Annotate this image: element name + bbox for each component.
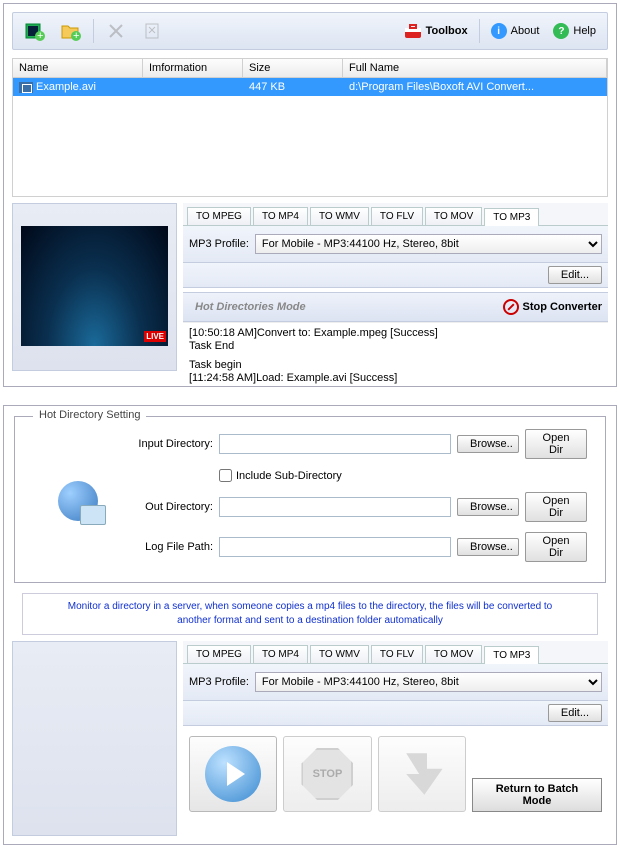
start-button[interactable] <box>189 736 277 812</box>
cell-full: d:\Program Files\Boxoft AVI Convert... <box>343 78 607 96</box>
stop-button[interactable]: STOP <box>283 736 371 812</box>
stop-icon <box>503 299 519 315</box>
log-path-label: Log File Path: <box>123 541 213 553</box>
tab-mov[interactable]: TO MOV <box>425 207 482 225</box>
control-row: STOP Return to Batch Mode <box>183 726 608 822</box>
open-dir-button[interactable]: Open Dir <box>525 532 587 562</box>
conversion-panel: TO MPEG TO MP4 TO WMV TO FLV TO MOV TO M… <box>183 203 608 378</box>
preview-pane-empty <box>12 641 177 836</box>
help-label: Help <box>573 25 596 37</box>
browse-button[interactable]: Browse.. <box>457 538 519 556</box>
profile-select[interactable]: For Mobile - MP3:44100 Hz, Stereo, 8bit <box>255 672 602 692</box>
include-subdir-checkbox[interactable] <box>219 469 232 482</box>
svg-text:+: + <box>37 30 43 41</box>
live-badge: LIVE <box>144 331 166 342</box>
add-folder-icon[interactable]: + <box>59 19 83 43</box>
return-batch-button[interactable]: Return to Batch Mode <box>472 778 602 812</box>
globe-folder-icon <box>33 429 123 572</box>
hot-directory-group: Hot Directory Setting Input Directory: B… <box>14 416 606 583</box>
svg-text:+: + <box>73 30 79 41</box>
cell-info <box>143 78 243 96</box>
main-toolbar: + + Toolbox i About ? Help <box>12 12 608 50</box>
profile-row: MP3 Profile: For Mobile - MP3:44100 Hz, … <box>183 226 608 263</box>
format-tabs: TO MPEG TO MP4 TO WMV TO FLV TO MOV TO M… <box>183 641 608 664</box>
arrow-down-icon <box>396 748 448 800</box>
group-title: Hot Directory Setting <box>33 409 146 421</box>
tab-wmv[interactable]: TO WMV <box>310 207 369 225</box>
preview-image <box>21 226 168 346</box>
file-grid: Name Imformation Size Full Name Example.… <box>12 58 608 197</box>
about-button[interactable]: i About <box>484 20 547 42</box>
profile-select[interactable]: For Mobile - MP3:44100 Hz, Stereo, 8bit <box>255 234 602 254</box>
header-size[interactable]: Size <box>243 59 343 77</box>
input-dir-field[interactable] <box>219 434 451 454</box>
table-row[interactable]: Example.avi 447 KB d:\Program Files\Boxo… <box>13 78 607 96</box>
tab-wmv[interactable]: TO WMV <box>310 645 369 663</box>
hint-text: Monitor a directory in a server, when so… <box>22 593 598 635</box>
delete-icon[interactable] <box>104 19 128 43</box>
tab-mp4[interactable]: TO MP4 <box>253 645 308 663</box>
input-dir-label: Input Directory: <box>123 438 213 450</box>
browse-button[interactable]: Browse.. <box>457 435 519 453</box>
header-full[interactable]: Full Name <box>343 59 607 77</box>
tab-mov[interactable]: TO MOV <box>425 645 482 663</box>
out-dir-label: Out Directory: <box>123 501 213 513</box>
cell-size: 447 KB <box>243 78 343 96</box>
open-dir-button[interactable]: Open Dir <box>525 429 587 459</box>
clear-icon[interactable] <box>140 19 164 43</box>
tab-mp3[interactable]: TO MP3 <box>484 208 539 226</box>
stop-label: Stop Converter <box>523 301 602 313</box>
preview-pane: LIVE <box>12 203 177 371</box>
tab-mpeg[interactable]: TO MPEG <box>187 207 251 225</box>
next-button[interactable] <box>378 736 466 812</box>
grid-body[interactable]: Example.avi 447 KB d:\Program Files\Boxo… <box>13 78 607 196</box>
profile-label: MP3 Profile: <box>189 238 249 250</box>
edit-button[interactable]: Edit... <box>548 704 602 722</box>
log-line: [10:50:18 AM]Convert to: Example.mpeg [S… <box>189 327 602 340</box>
log-line: Task begin <box>189 359 602 372</box>
header-info[interactable]: Imformation <box>143 59 243 77</box>
stop-converter-button[interactable]: Stop Converter <box>503 299 602 315</box>
out-dir-field[interactable] <box>219 497 451 517</box>
toolbox-label: Toolbox <box>426 25 468 37</box>
about-label: About <box>511 25 540 37</box>
add-video-icon[interactable]: + <box>23 19 47 43</box>
hot-mode-bar: Hot Directories Mode Stop Converter <box>183 292 608 322</box>
hot-mode-label[interactable]: Hot Directories Mode <box>189 301 503 313</box>
profile-row: MP3 Profile: For Mobile - MP3:44100 Hz, … <box>183 664 608 701</box>
open-dir-button[interactable]: Open Dir <box>525 492 587 522</box>
tab-flv[interactable]: TO FLV <box>371 207 423 225</box>
main-window: + + Toolbox i About ? Help Name Imforma <box>3 3 617 387</box>
stop-icon: STOP <box>301 748 353 800</box>
play-icon <box>205 746 261 802</box>
separator <box>93 19 94 43</box>
log-output: [10:50:18 AM]Convert to: Example.mpeg [S… <box>183 322 608 378</box>
tab-mp4[interactable]: TO MP4 <box>253 207 308 225</box>
include-subdir-label: Include Sub-Directory <box>236 470 342 482</box>
help-button[interactable]: ? Help <box>546 20 603 42</box>
separator <box>479 19 480 43</box>
profile-label: MP3 Profile: <box>189 676 249 688</box>
tab-mpeg[interactable]: TO MPEG <box>187 645 251 663</box>
tab-flv[interactable]: TO FLV <box>371 645 423 663</box>
grid-header: Name Imformation Size Full Name <box>13 59 607 78</box>
log-path-field[interactable] <box>219 537 451 557</box>
cell-name: Example.avi <box>13 78 143 96</box>
format-tabs: TO MPEG TO MP4 TO WMV TO FLV TO MOV TO M… <box>183 203 608 226</box>
video-file-icon <box>19 82 33 93</box>
edit-button[interactable]: Edit... <box>548 266 602 284</box>
browse-button[interactable]: Browse.. <box>457 498 519 516</box>
log-line: [11:24:58 AM]Load: Example.avi [Success] <box>189 372 602 385</box>
header-name[interactable]: Name <box>13 59 143 77</box>
log-line: Task End <box>189 340 602 353</box>
hot-directory-window: Hot Directory Setting Input Directory: B… <box>3 405 617 845</box>
toolbox-button[interactable]: Toolbox <box>397 20 475 42</box>
tab-mp3[interactable]: TO MP3 <box>484 646 539 664</box>
conversion-panel: TO MPEG TO MP4 TO WMV TO FLV TO MOV TO M… <box>183 641 608 836</box>
